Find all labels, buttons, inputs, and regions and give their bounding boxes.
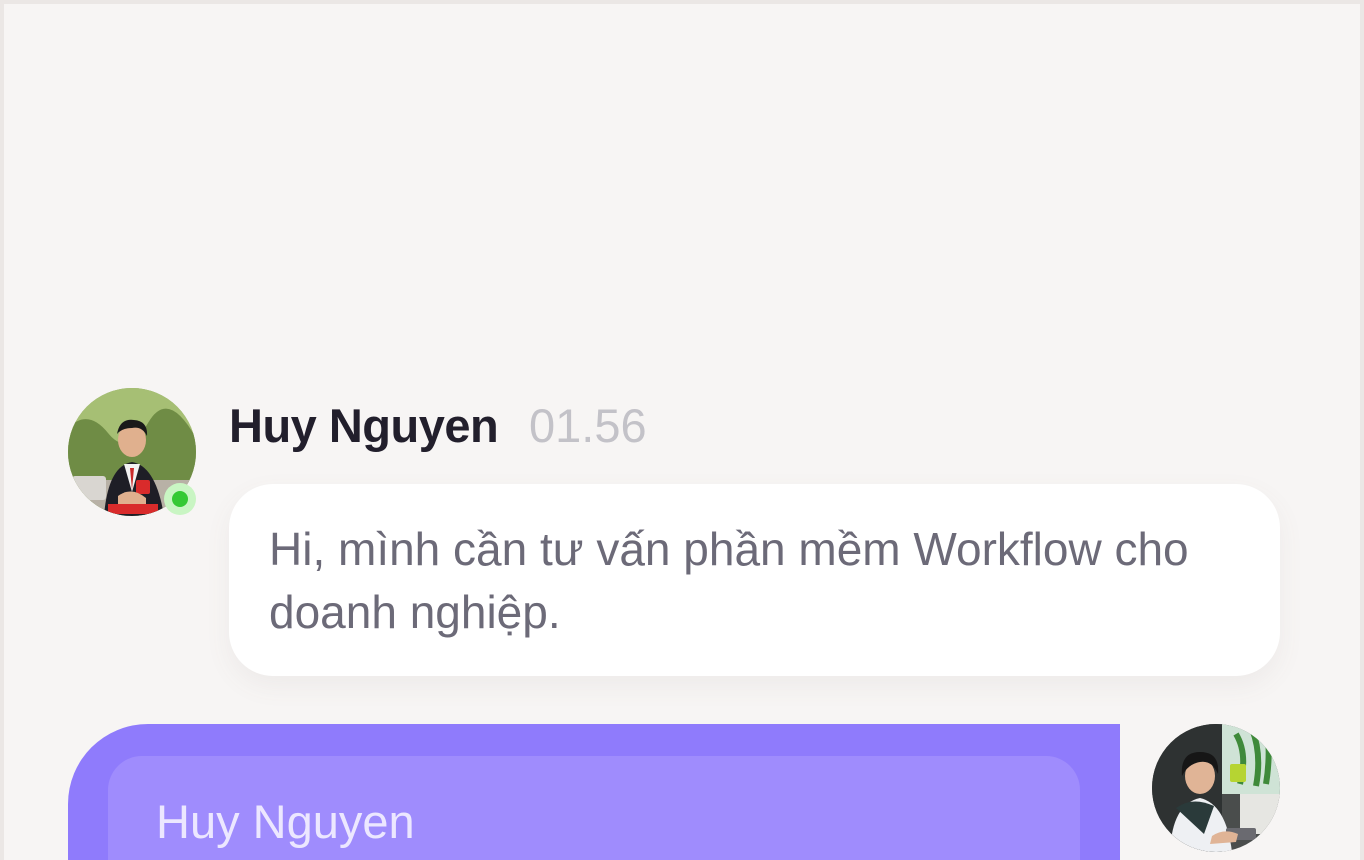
sender-name: Huy Nguyen bbox=[229, 399, 499, 452]
online-status-indicator bbox=[164, 483, 196, 515]
quoted-message[interactable]: Huy Nguyen bbox=[108, 756, 1080, 860]
agent-avatar[interactable] bbox=[1152, 724, 1280, 852]
quoted-sender-name: Huy Nguyen bbox=[156, 795, 415, 848]
reply-message-card[interactable]: Huy Nguyen bbox=[68, 724, 1120, 860]
online-dot bbox=[172, 491, 188, 507]
agent-avatar-image bbox=[1152, 724, 1280, 852]
chat-window: Huy Nguyen 01.56 Hi, mình cần tư vấn phầ… bbox=[0, 0, 1364, 860]
message-time: 01.56 bbox=[529, 399, 647, 452]
message-bubble[interactable]: Hi, mình cần tư vấn phần mềm Workflow ch… bbox=[229, 484, 1280, 676]
message-text: Hi, mình cần tư vấn phần mềm Workflow ch… bbox=[269, 523, 1189, 638]
